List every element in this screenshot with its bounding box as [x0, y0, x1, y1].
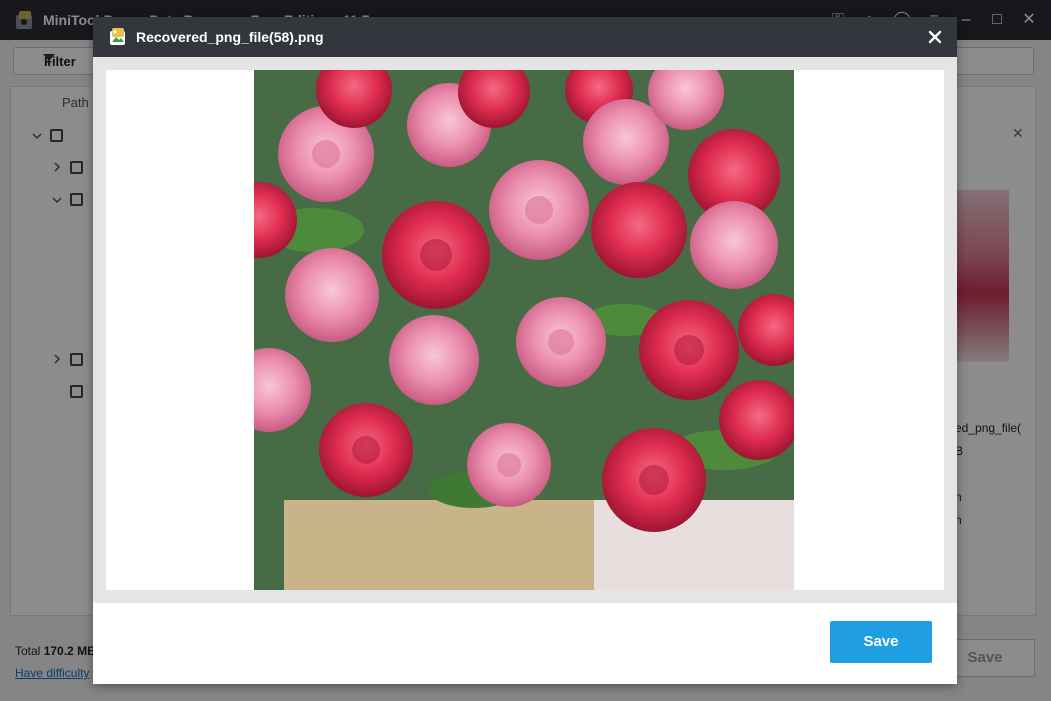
- close-icon[interactable]: [925, 27, 945, 47]
- preview-dialog: Recovered_png_file(58).png Save: [93, 17, 957, 684]
- save-button[interactable]: Save: [830, 621, 932, 663]
- dialog-title: Recovered_png_file(58).png: [136, 29, 324, 45]
- preview-area: [93, 57, 957, 603]
- preview-canvas: [106, 70, 944, 590]
- dialog-footer: Save: [93, 603, 957, 684]
- image-file-icon: [110, 28, 125, 45]
- dialog-header: Recovered_png_file(58).png: [93, 17, 957, 57]
- rose-photo: [254, 70, 794, 590]
